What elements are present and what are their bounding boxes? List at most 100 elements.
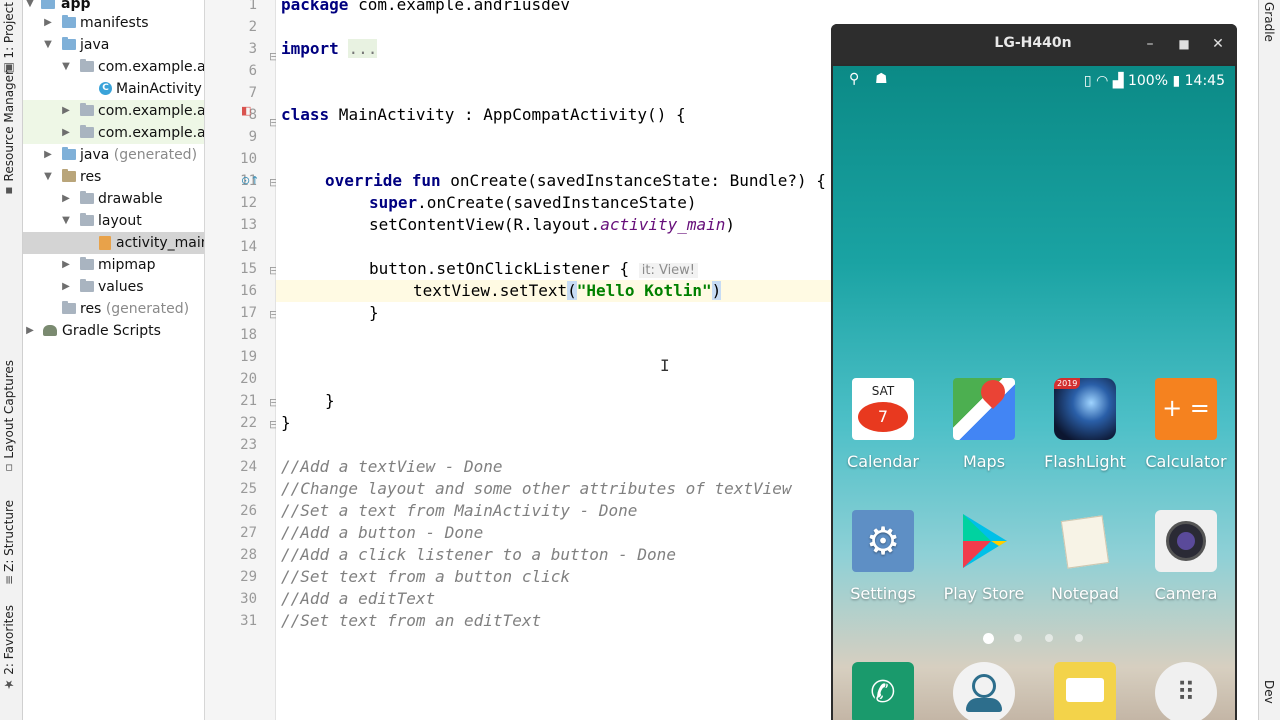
clock: 14:45 <box>1184 73 1225 89</box>
tree-item-res[interactable]: ▼ res <box>23 166 204 188</box>
tab-structure[interactable]: ≡Z: Structure <box>2 500 16 585</box>
apps-drawer-icon[interactable]: ⠿ <box>1155 662 1217 720</box>
page-dot[interactable] <box>1075 634 1083 642</box>
comment-line: //Add a button - Done <box>281 523 484 542</box>
app-notepad[interactable]: Notepad <box>1035 510 1135 603</box>
code-editor[interactable]: package com.example.andriusdev import ..… <box>276 0 831 720</box>
tab-device-explorer[interactable]: Dev <box>1262 680 1276 704</box>
battery-level: 100% <box>1127 73 1169 89</box>
activity-gutter-icon[interactable]: ◧ <box>241 104 251 117</box>
line-number: 31 <box>240 613 257 629</box>
code-line: textView.setText("Hello Kotlin") <box>413 281 722 300</box>
folder-icon <box>80 191 94 204</box>
app-maps[interactable]: Maps <box>934 375 1034 471</box>
chevron-right-icon[interactable]: ▶ <box>61 188 71 210</box>
line-number: 20 <box>240 371 257 387</box>
code-line: } <box>281 413 291 432</box>
app-camera[interactable]: Camera <box>1136 510 1235 603</box>
code-line: setContentView(R.layout.activity_main) <box>369 215 736 234</box>
line-number: 9 <box>248 129 257 145</box>
override-gutter-icon[interactable]: ⊙↑ <box>241 174 259 187</box>
chevron-down-icon[interactable]: ▼ <box>61 56 71 78</box>
chevron-down-icon[interactable]: ▼ <box>61 210 71 232</box>
module-icon <box>41 0 55 9</box>
code-line: super.onCreate(savedInstanceState) <box>369 193 697 212</box>
calculator-icon: + = <box>1155 378 1217 440</box>
maps-icon <box>953 375 1015 440</box>
app-flashlight[interactable]: 2019 FlashLight <box>1035 378 1135 471</box>
text-cursor-icon: I <box>660 356 670 375</box>
folder-icon <box>62 15 76 28</box>
tab-resource-manager[interactable]: ▪Resource Manager <box>2 70 16 198</box>
app-label: Play Store <box>943 584 1025 603</box>
tree-item-layout[interactable]: ▼ layout <box>23 210 204 232</box>
folded-imports[interactable]: ... <box>348 39 378 58</box>
app-calendar[interactable]: SAT 7 Calendar <box>833 378 933 471</box>
chevron-right-icon[interactable]: ▶ <box>43 12 53 34</box>
comment-line: //Set a text from MainActivity - Done <box>281 501 638 520</box>
camera-icon <box>1155 510 1217 572</box>
tree-item-package[interactable]: ▶com.example.andriusdev <box>23 122 204 144</box>
close-icon[interactable]: ✕ <box>1207 33 1229 55</box>
chevron-right-icon[interactable]: ▶ <box>61 276 71 298</box>
tree-item-manifests[interactable]: ▶ manifests <box>23 12 204 34</box>
code-line: class MainActivity : AppCompatActivity()… <box>281 105 686 124</box>
lambda-param-hint: it: View! <box>638 263 699 278</box>
window-titlebar[interactable]: LG-H440n – ■ ✕ <box>831 24 1237 64</box>
phone-screen[interactable]: ⚲ ☗ ▯ ◠ ▟ 100% ▮ 14:45 SAT 7 Calendar Ma… <box>833 66 1235 720</box>
package-icon <box>80 103 94 116</box>
tree-item-java[interactable]: ▼ java <box>23 34 204 56</box>
tree-item-values[interactable]: ▶ values <box>23 276 204 298</box>
app-calculator[interactable]: + = Calculator <box>1136 378 1235 471</box>
folder-icon <box>62 37 76 50</box>
calendar-icon: SAT 7 <box>852 378 914 440</box>
line-number: 6 <box>248 63 257 79</box>
line-number: 30 <box>240 591 257 607</box>
tree-item-mipmap[interactable]: ▶ mipmap <box>23 254 204 276</box>
line-number: 24 <box>240 459 257 475</box>
phone-icon[interactable]: ✆ <box>852 662 914 720</box>
tree-item-res-generated[interactable]: res (generated) <box>23 298 204 320</box>
line-number: 23 <box>240 437 257 453</box>
gear-icon: ⚙ <box>852 510 914 572</box>
chevron-right-icon[interactable]: ▶ <box>43 144 53 166</box>
contacts-icon[interactable] <box>953 662 1015 720</box>
tree-item-mainactivity[interactable]: C MainActivity <box>23 78 204 100</box>
app-settings[interactable]: ⚙ Settings <box>833 510 933 603</box>
usb-icon: ⚲ <box>849 71 860 87</box>
page-dot[interactable] <box>983 633 994 644</box>
chevron-right-icon[interactable]: ▶ <box>61 122 71 144</box>
page-dot[interactable] <box>1045 634 1053 642</box>
tab-gradle[interactable]: Gradle <box>1262 2 1276 42</box>
chevron-down-icon[interactable]: ▼ <box>43 34 53 56</box>
folder-icon <box>62 169 76 182</box>
maximize-icon[interactable]: ■ <box>1173 33 1195 55</box>
line-number: 13 <box>240 217 257 233</box>
app-label: Maps <box>962 452 1006 471</box>
tree-item-gradle-scripts[interactable]: ▶ Gradle Scripts <box>23 320 204 342</box>
comment-line: //Add a editText <box>281 589 436 608</box>
app-play-store[interactable]: Play Store <box>934 510 1034 603</box>
structure-icon: ≡ <box>2 574 16 585</box>
tab-project[interactable]: ▣1: Project <box>2 2 16 76</box>
chevron-right-icon[interactable]: ▶ <box>25 320 35 342</box>
comment-line: //Add a textView - Done <box>281 457 503 476</box>
line-number: 10 <box>240 151 257 167</box>
tree-item-package[interactable]: ▶com.example.andriusdev <box>23 100 204 122</box>
tree-item-drawable[interactable]: ▶ drawable <box>23 188 204 210</box>
messages-icon[interactable] <box>1054 662 1116 720</box>
line-number: 28 <box>240 547 257 563</box>
tree-item-activity-main[interactable]: activity_main.xml <box>23 232 204 254</box>
chevron-right-icon[interactable]: ▶ <box>61 100 71 122</box>
tree-item-java-generated[interactable]: ▶ java (generated) <box>23 144 204 166</box>
minimize-icon[interactable]: – <box>1139 33 1161 55</box>
code-line: import ... <box>281 39 378 58</box>
tab-favorites[interactable]: ★2: Favorites <box>2 605 16 692</box>
comment-line: //Set text from an editText <box>281 611 542 630</box>
chevron-right-icon[interactable]: ▶ <box>61 254 71 276</box>
chevron-down-icon[interactable]: ▼ <box>43 166 53 188</box>
tab-layout-captures[interactable]: ▫Layout Captures <box>2 360 16 476</box>
page-dot[interactable] <box>1014 634 1022 642</box>
folder-icon <box>80 257 94 270</box>
tree-item-package[interactable]: ▼com.example.andriusdev <box>23 56 204 78</box>
